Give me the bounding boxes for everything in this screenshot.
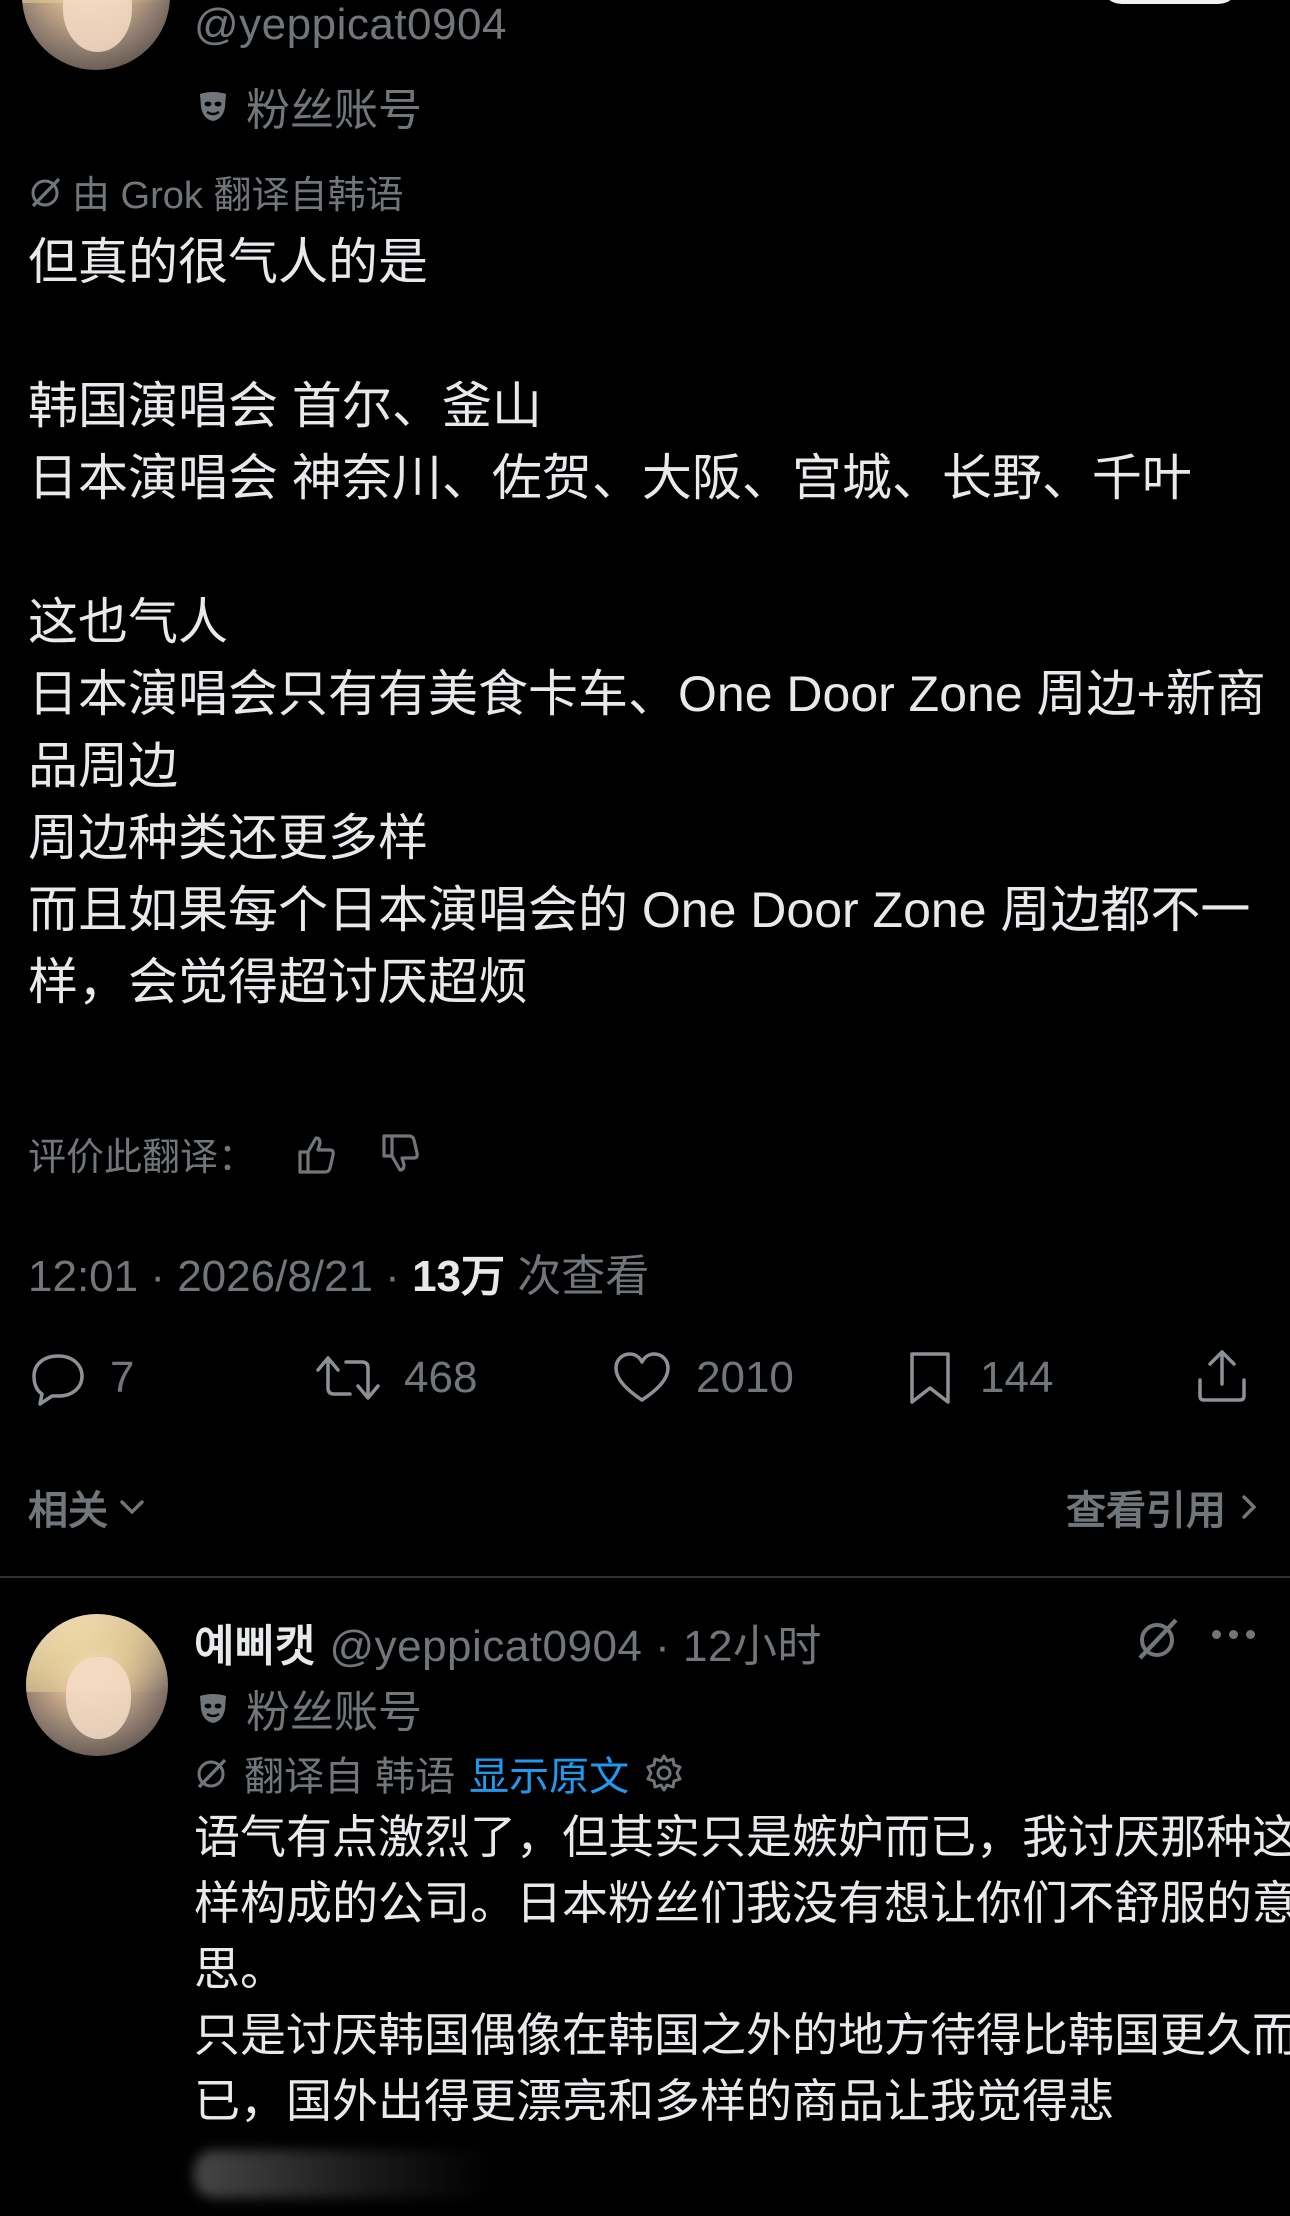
views-count: 13万 [412, 1252, 506, 1301]
reply-translated-from: 翻译自 韩语 [244, 1755, 456, 1799]
translation-note-text: 由 Grok 翻译自韩语 [72, 175, 404, 217]
bookmark-count: 144 [980, 1353, 1054, 1402]
mask-icon [200, 1694, 226, 1723]
like-count: 2010 [696, 1353, 794, 1402]
tweet-timestamp[interactable]: 12:01 · 2026/8/21 · [28, 1252, 412, 1301]
reply-translation-row: 翻译自 韩语 显示原文 [194, 1744, 685, 1802]
reply-handle-time[interactable]: @yeppicat0904 · 12小时 [329, 1610, 821, 1674]
heart-icon [614, 1352, 670, 1402]
reply-icon [32, 1354, 84, 1406]
views-label: 次查看 [505, 1252, 650, 1301]
view-quotes-label: 查看引用 [1066, 1489, 1226, 1533]
related-toggle[interactable]: 相关 [28, 1478, 150, 1536]
repost-count: 468 [404, 1353, 478, 1402]
reply-count: 7 [110, 1353, 135, 1402]
reply-avatar[interactable] [26, 1614, 168, 1756]
tweet-text: 但真的很气人的是 韩国演唱会 首尔、釜山 日本演唱会 神奈川、佐贺、大阪、宫城、… [28, 234, 1266, 1010]
tweet-meta: 12:01 · 2026/8/21 · 13万 次查看 [28, 1240, 649, 1304]
share-icon [1198, 1350, 1246, 1402]
fan-account-label: 粉丝账号 [246, 86, 422, 135]
show-original-link[interactable]: 显示原文 [469, 1744, 629, 1802]
reply-header: 예삐캣 @yeppicat0904 · 12小时 [194, 1610, 822, 1674]
repost-icon [316, 1356, 380, 1400]
gear-icon[interactable] [643, 1752, 685, 1794]
fan-account-row: 粉丝账号 [196, 74, 422, 138]
blurred-overflow-text [194, 2150, 494, 2198]
mask-icon [200, 92, 226, 121]
bookmark-icon [910, 1352, 950, 1404]
chevron-right-icon [1242, 1495, 1257, 1519]
more-icon[interactable] [1212, 1630, 1255, 1639]
grok-icon [197, 1758, 227, 1789]
thumb-up-icon[interactable] [292, 1130, 340, 1178]
rate-translation-label: 评价此翻译： [28, 1137, 257, 1179]
reply-fan-account-label: 粉丝账号 [246, 1688, 422, 1737]
reply-text: 语气有点激烈了，但其实只是嫉妒而已，我讨厌那种这样构成的公司。日本粉丝们我没有想… [194, 1811, 1290, 2127]
share-action[interactable] [1192, 1346, 1252, 1406]
repost-action[interactable]: 468 [314, 1348, 477, 1408]
thread-divider [0, 1576, 1290, 1578]
reply-display-name[interactable]: 예삐캣 [194, 1610, 315, 1674]
related-label: 相关 [28, 1489, 108, 1533]
author-handle[interactable]: @yeppicat0904 [194, 0, 507, 50]
reply-grok-button[interactable] [1134, 1614, 1182, 1667]
bookmark-action[interactable]: 144 [902, 1348, 1053, 1408]
grok-icon [31, 177, 61, 207]
translation-note: 由 Grok 翻译自韩语 [28, 164, 403, 219]
reply-fan-account-row: 粉丝账号 [196, 1676, 422, 1740]
reply-action[interactable]: 7 [28, 1348, 134, 1408]
thumb-down-icon[interactable] [376, 1130, 424, 1178]
author-avatar[interactable] [22, 0, 170, 70]
like-action[interactable]: 2010 [610, 1348, 794, 1408]
view-quotes-link[interactable]: 查看引用 [1066, 1478, 1266, 1536]
follow-button[interactable] [1100, 0, 1240, 4]
rate-translation-row: 评价此翻译： [28, 1126, 424, 1181]
chevron-down-icon [120, 1500, 144, 1515]
grok-icon [1138, 1618, 1178, 1660]
